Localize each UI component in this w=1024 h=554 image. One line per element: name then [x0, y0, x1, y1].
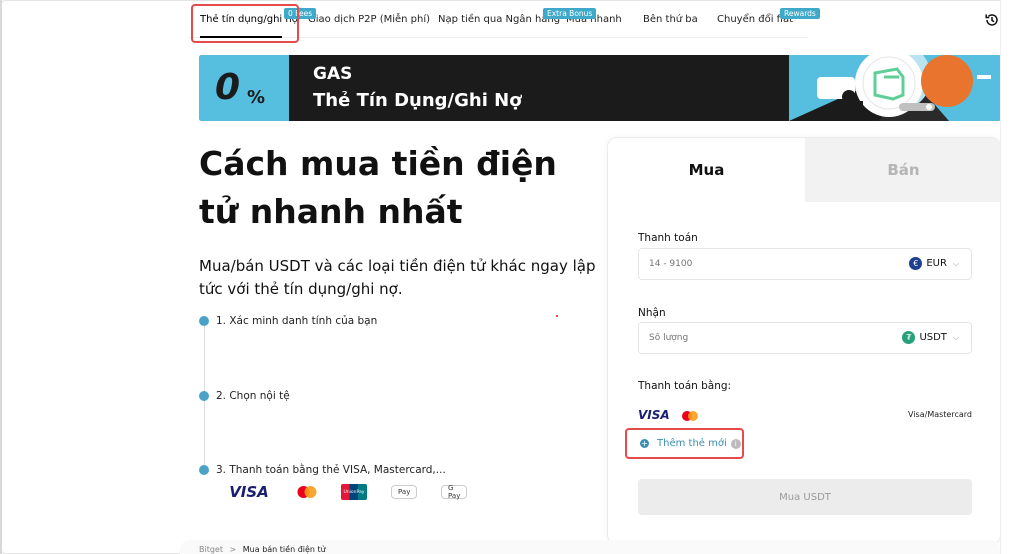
visa-logo: VISA: [229, 483, 269, 501]
pay-currency-code: EUR: [926, 258, 947, 269]
tab-p2p[interactable]: Giao dịch P2P (Miễn phí): [308, 14, 430, 25]
badge-rewards: Rewards: [780, 8, 820, 19]
banner-title: GAS: [313, 64, 353, 84]
step-dot: [199, 465, 209, 475]
tab-buy[interactable]: Mua: [608, 138, 805, 202]
receive-label: Nhận: [638, 307, 666, 319]
tab-bank-deposit[interactable]: Nạp tiền qua Ngân hàng: [438, 14, 560, 25]
breadcrumb-separator: >: [229, 545, 237, 554]
breadcrumb: Bitget > Mua bán tiền điện tử: [199, 545, 326, 554]
euro-icon: €: [909, 257, 923, 270]
chevron-down-icon: ⌵: [952, 258, 959, 268]
banner-zero: 0: [215, 67, 240, 108]
history-icon[interactable]: [984, 12, 1000, 28]
breadcrumb-home[interactable]: Bitget: [199, 545, 223, 554]
active-tab-underline: [200, 36, 282, 38]
pay-with-label: Thanh toán bằng:: [638, 380, 732, 392]
badge-extra-bonus: Extra Bonus: [543, 8, 597, 19]
cursor-mark: [556, 315, 558, 317]
step-choose-currency: 2. Chọn nội tệ: [216, 390, 290, 402]
badge-zero-fees: 0 Fees: [284, 8, 317, 19]
pay-currency-select[interactable]: € EUR ⌵: [909, 257, 959, 270]
payment-method-label: Visa/Mastercard: [908, 410, 972, 419]
tether-icon: ₮: [902, 331, 916, 344]
purchase-method-tabs: Thẻ tín dụng/ghi nợ Giao dịch P2P (Miễn …: [188, 0, 808, 38]
promo-banner[interactable]: 0 % GAS Thẻ Tín Dụng/Ghi Nợ: [199, 55, 1001, 121]
info-icon[interactable]: i: [730, 438, 741, 449]
page-title: Cách mua tiền điện tử nhanh nhất: [199, 144, 557, 231]
left-scroll-edge: [0, 0, 2, 554]
add-new-card-button[interactable]: + Thêm thẻ mới i: [640, 438, 741, 449]
banner-illustration: [789, 55, 1001, 121]
receive-currency-select[interactable]: ₮ USDT ⌵: [902, 331, 959, 344]
step-pay-with-card: 3. Thanh toán bằng thẻ VISA, Mastercard,…: [216, 464, 446, 476]
step-dot: [199, 316, 209, 326]
visa-mini-logo: VISA: [638, 408, 670, 422]
receive-field: ₮ USDT ⌵: [638, 322, 972, 354]
tab-third-party[interactable]: Bên thứ ba: [643, 14, 698, 25]
mastercard-icon: [297, 486, 317, 498]
mastercard-mini-icon: [682, 411, 698, 421]
pay-label: Thanh toán: [638, 232, 698, 244]
banner-subtitle: Thẻ Tín Dụng/Ghi Nợ: [313, 90, 522, 111]
unionpay-logo: UnionPay: [341, 484, 367, 500]
page-description: Mua/bán USDT và các loại tiền điện tử kh…: [199, 257, 596, 298]
banner-zero-block: 0 %: [199, 55, 289, 121]
google-pay-logo: G Pay: [441, 484, 468, 500]
receive-currency-code: USDT: [919, 332, 947, 343]
apple-pay-logo: Pay: [391, 485, 418, 499]
payment-method-row[interactable]: VISA Visa/Mastercard: [638, 406, 972, 426]
plus-icon: +: [640, 438, 649, 448]
pay-field: € EUR ⌵: [638, 248, 972, 280]
add-new-card-label: Thêm thẻ mới: [657, 438, 727, 449]
breadcrumb-current: Mua bán tiền điện tử: [242, 545, 326, 554]
banner-percent: %: [247, 87, 266, 108]
receive-amount-input[interactable]: [649, 323, 849, 353]
pay-amount-input[interactable]: [649, 249, 849, 279]
tab-sell[interactable]: Bán: [805, 138, 1000, 202]
trade-panel: Mua Bán Thanh toán € EUR ⌵ Nhận ₮ USDT ⌵…: [607, 137, 1001, 545]
step-verify-identity: 1. Xác minh danh tính của bạn: [216, 315, 378, 327]
step-dot: [199, 391, 209, 401]
right-scroll-edge: [1000, 0, 1024, 554]
chevron-down-icon: ⌵: [952, 332, 959, 342]
buy-usdt-button[interactable]: Mua USDT: [638, 479, 972, 515]
